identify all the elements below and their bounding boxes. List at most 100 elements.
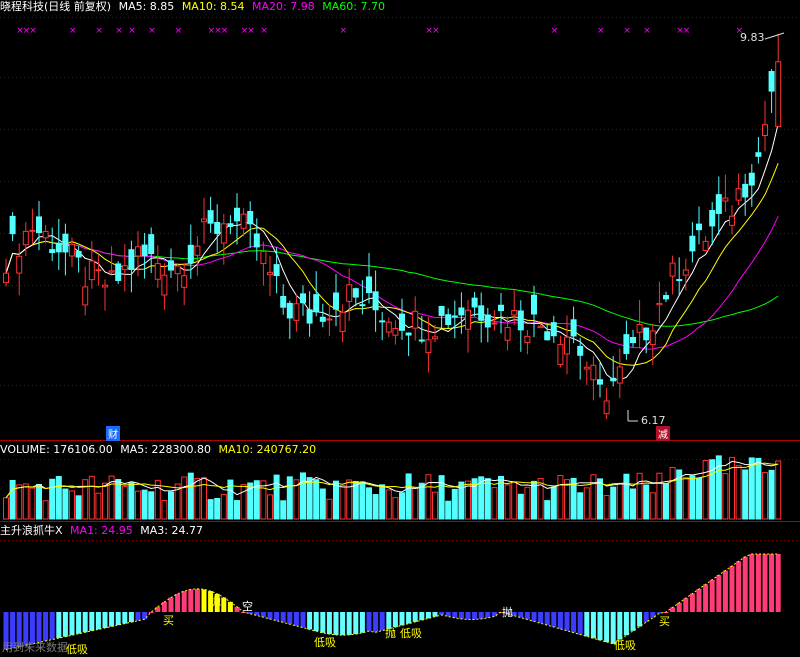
indicator-bar-55 <box>366 612 372 632</box>
volume-bar-10 <box>69 490 75 520</box>
volume-bar-36 <box>240 484 247 520</box>
candle-body-13 <box>88 260 95 281</box>
volume-bar-42 <box>280 500 287 520</box>
indicator-bar-96 <box>637 612 643 627</box>
indicator-bar-49 <box>326 612 332 635</box>
indicator-bar-112 <box>742 556 748 612</box>
indicator-bar-72 <box>478 612 484 619</box>
candle-body-100 <box>663 295 669 300</box>
volume-bar-79 <box>524 486 531 520</box>
candle-body-55 <box>366 276 372 294</box>
volume-bar-90 <box>597 478 603 520</box>
volume-bar-41 <box>273 474 280 520</box>
volume-bar-65 <box>432 491 438 520</box>
indicator-bar-114 <box>755 554 761 612</box>
indicator-bar-25 <box>168 597 174 612</box>
volume-bar-114 <box>755 457 762 520</box>
indicator-bar-70 <box>465 612 471 620</box>
volume-bar-109 <box>722 473 729 520</box>
volume-bar-33 <box>220 494 227 520</box>
indicator-bar-51 <box>340 612 346 636</box>
volume-bar-32 <box>214 498 221 520</box>
volume-bar-43 <box>286 476 293 520</box>
indicator-bar-89 <box>590 612 596 639</box>
candle-body-56 <box>372 291 379 311</box>
event-marker-8: × <box>175 26 183 36</box>
indicator-bar-62 <box>412 612 418 622</box>
signal-sell-2: 抛 <box>385 627 396 640</box>
volume-bar-13 <box>88 475 95 520</box>
candle-body-107 <box>709 210 716 227</box>
indicator-bar-113 <box>749 554 755 612</box>
candle-body-19 <box>128 249 135 270</box>
event-marker-19: × <box>597 26 605 36</box>
indicator-bar-6 <box>43 612 49 641</box>
candle-body-26 <box>174 265 181 275</box>
indicator-bar-68 <box>452 612 458 618</box>
indicator-bar-111 <box>736 561 742 612</box>
volume-bar-104 <box>689 475 696 520</box>
volume-bar-27 <box>181 476 188 520</box>
volume-bar-99 <box>656 472 663 520</box>
signal-low-buy-0: 低吸 <box>66 643 88 656</box>
candle-body-37 <box>247 211 254 225</box>
indicator-bar-41 <box>274 612 280 621</box>
volume-panel-header: VOLUME: 176106.00 MA5: 228300.80 MA10: 2… <box>0 443 320 457</box>
event-marker-11: × <box>221 26 229 36</box>
candle-body-14 <box>95 269 102 272</box>
candle-body-10 <box>69 243 75 257</box>
candle-body-9 <box>62 233 69 253</box>
candle-body-3 <box>22 230 29 246</box>
event-marker-6: × <box>128 26 136 36</box>
ma10-line <box>5 163 779 366</box>
candle-body-52 <box>346 284 353 302</box>
candle-body-88 <box>583 366 590 370</box>
indicator-title[interactable]: 主升浪抓牛X <box>0 524 63 537</box>
indicator-bar-74 <box>491 612 497 617</box>
volume-bar-77 <box>511 481 518 520</box>
candle-body-17 <box>115 263 122 281</box>
candle-body-61 <box>405 332 412 336</box>
volume-bar-94 <box>623 473 630 520</box>
candle-body-51 <box>339 311 346 333</box>
candle-body-45 <box>300 293 306 304</box>
candle-body-43 <box>286 302 293 319</box>
indicator-bar-69 <box>458 612 464 619</box>
volume-bar-73 <box>484 478 491 520</box>
volume-bar-53 <box>352 481 359 520</box>
indicator-bar-86 <box>571 612 577 633</box>
news-marker[interactable]: 减 <box>656 426 670 441</box>
volume-bar-111 <box>735 465 742 520</box>
volume-bar-83 <box>550 486 557 520</box>
candle-body-65 <box>432 336 438 340</box>
indicator-bar-110 <box>729 565 735 612</box>
candle-body-38 <box>253 233 260 248</box>
volume-bar-3 <box>22 483 29 520</box>
candle-body-41 <box>273 264 280 277</box>
ma5-line <box>5 123 779 381</box>
stock-chart[interactable]: × × × × × × × × × × × × × × × × × × × × × × × × × <box>0 0 800 657</box>
candle-body-24 <box>161 274 168 296</box>
volume-bar-66 <box>438 475 445 520</box>
indicator-ma3-value: MA3: 24.77 <box>140 524 203 537</box>
candle-body-63 <box>418 339 425 342</box>
volume-bar-116 <box>768 469 775 520</box>
indicator-bar-94 <box>623 612 629 636</box>
volume-bar-24 <box>161 499 168 520</box>
volume-ma10-value: MA10: 240767.20 <box>218 443 317 456</box>
candle-body-34 <box>227 223 234 227</box>
indicator-bar-13 <box>89 612 95 631</box>
ma60-value: MA60: 7.70 <box>322 0 385 13</box>
candle-body-27 <box>181 275 188 288</box>
indicator-bar-116 <box>769 554 775 612</box>
volume-bar-82 <box>544 500 551 520</box>
candle-body-79 <box>524 335 531 344</box>
indicator-bar-52 <box>346 612 352 635</box>
stock-title[interactable]: 晓程科技(日线 前复权) <box>0 0 111 13</box>
indicator-bar-102 <box>676 602 682 612</box>
finance-marker[interactable]: 财 <box>106 426 120 441</box>
candle-body-84 <box>557 344 564 365</box>
volume-bar-55 <box>366 487 372 520</box>
indicator-bar-7 <box>49 612 55 640</box>
indicator-bar-5 <box>36 612 42 643</box>
